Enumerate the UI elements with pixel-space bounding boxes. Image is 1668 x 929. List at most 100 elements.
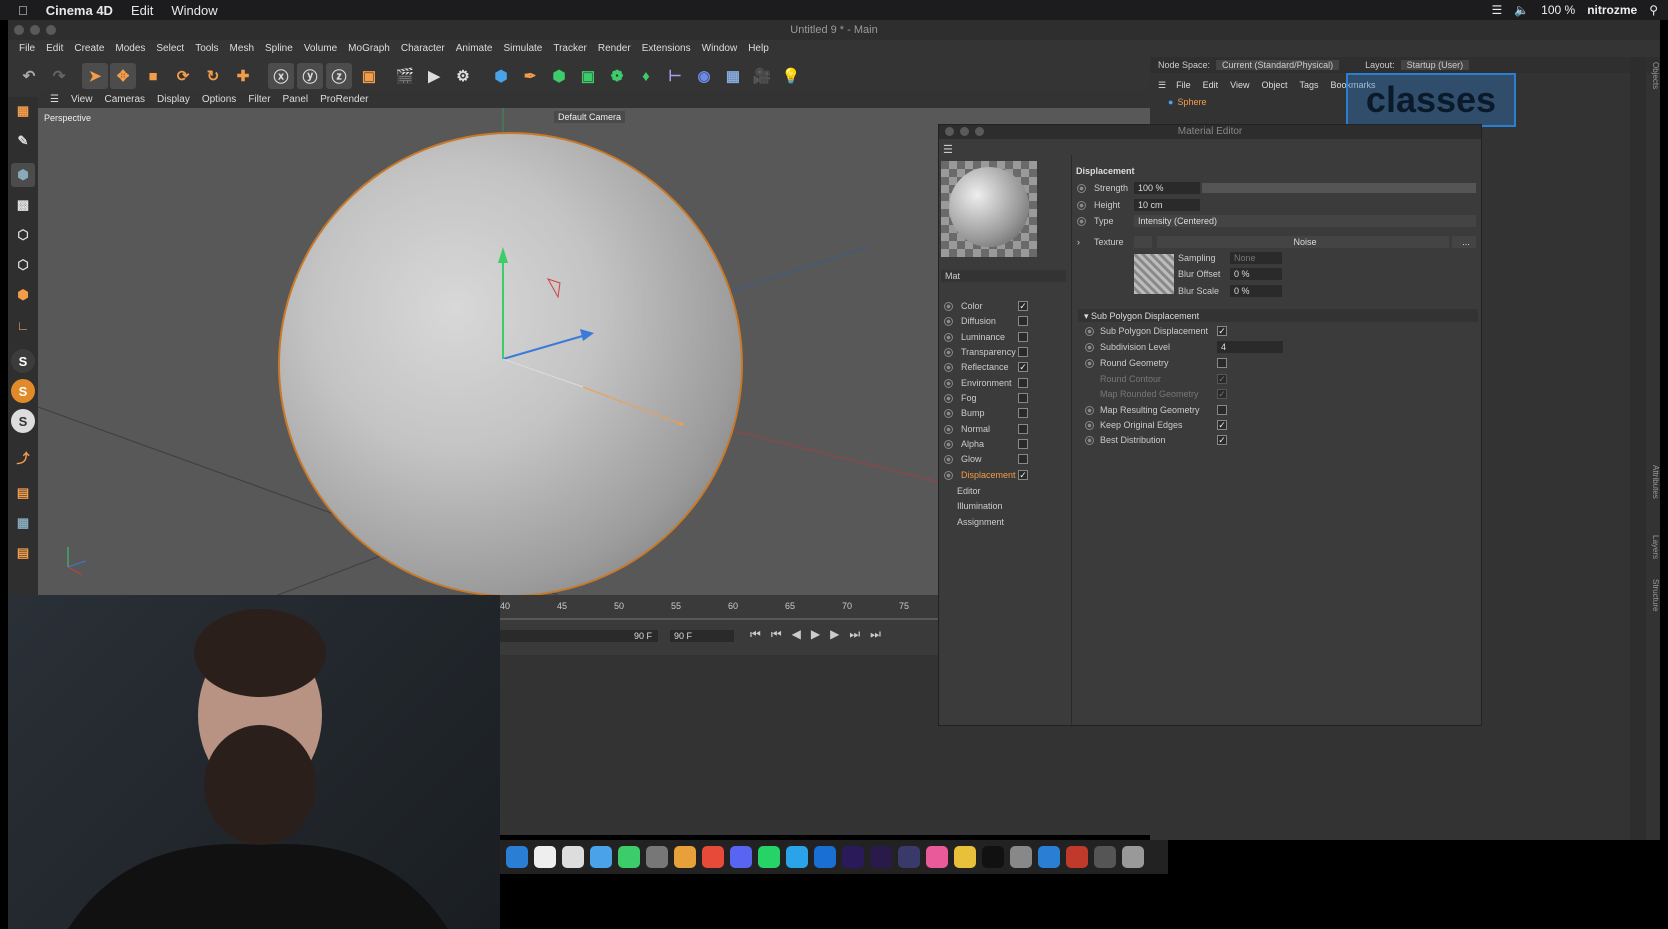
type-dropdown[interactable]: Intensity (Centered) bbox=[1134, 215, 1476, 227]
transform-tool-icon[interactable]: ✚ bbox=[230, 63, 256, 89]
material-name-field[interactable]: Mat bbox=[941, 270, 1066, 282]
mac-window-menu[interactable]: Window bbox=[171, 3, 217, 18]
volume-icon[interactable]: 🔈 bbox=[1514, 3, 1529, 17]
vp-menu-display[interactable]: Display bbox=[157, 94, 190, 105]
max-frame-field[interactable]: 90 F bbox=[670, 630, 734, 642]
tab-structure[interactable]: Structure bbox=[1645, 579, 1660, 629]
keep-original-edges-checkbox[interactable]: ✓ bbox=[1217, 420, 1227, 430]
object-row-sphere[interactable]: ● Sphere bbox=[1168, 97, 1206, 107]
menu-window[interactable]: Window bbox=[702, 43, 738, 54]
channel-luminance[interactable]: Luminance bbox=[944, 330, 1005, 344]
channel-fog[interactable]: Fog bbox=[944, 391, 977, 405]
material-preview[interactable] bbox=[941, 161, 1037, 257]
pen-icon[interactable]: ✒ bbox=[517, 63, 543, 89]
snap-enabled-icon[interactable]: S bbox=[11, 379, 35, 403]
channel-reflectance-checkbox[interactable]: ✓ bbox=[1018, 362, 1028, 372]
texture-icon[interactable]: ▩ bbox=[11, 193, 35, 217]
channel-reflectance[interactable]: Reflectance bbox=[944, 360, 1009, 374]
menu-modes[interactable]: Modes bbox=[115, 43, 145, 54]
mail-icon[interactable] bbox=[590, 846, 612, 868]
channel-assignment[interactable]: Assignment bbox=[957, 517, 1004, 527]
safari-icon[interactable] bbox=[506, 846, 528, 868]
channel-glow-checkbox[interactable] bbox=[1018, 454, 1028, 464]
mated-min-button[interactable] bbox=[960, 127, 969, 136]
sub-polygon-section-title[interactable]: ▾ Sub Polygon Displacement bbox=[1084, 311, 1199, 322]
round-geometry-anim-icon[interactable] bbox=[1085, 359, 1094, 368]
obj-menu-tags[interactable]: Tags bbox=[1299, 80, 1318, 90]
telegram-icon[interactable] bbox=[786, 846, 808, 868]
psr-tool-icon[interactable]: ↻ bbox=[200, 63, 226, 89]
strength-anim-icon[interactable] bbox=[1077, 184, 1086, 193]
objects-hamburger-icon[interactable]: ☰ bbox=[1158, 80, 1166, 91]
mated-zoom-button[interactable] bbox=[975, 127, 984, 136]
make-editable-icon[interactable]: ▦ bbox=[11, 99, 35, 123]
model-mode-icon[interactable]: ⬢ bbox=[11, 163, 35, 187]
layout-dropdown[interactable]: Startup (User) bbox=[1400, 60, 1470, 70]
menu-file[interactable]: File bbox=[19, 43, 35, 54]
coordinate-system-icon[interactable]: ▣ bbox=[356, 63, 382, 89]
texture-mode-icon[interactable]: ✎ bbox=[11, 129, 35, 153]
type-anim-icon[interactable] bbox=[1077, 217, 1086, 226]
scale-tool-icon[interactable]: ■ bbox=[140, 63, 166, 89]
live-icon[interactable] bbox=[1066, 846, 1088, 868]
texture-shader-button[interactable]: Noise bbox=[1157, 236, 1449, 248]
whatsapp-icon[interactable] bbox=[758, 846, 780, 868]
vp-menu-filter[interactable]: Filter bbox=[248, 94, 270, 105]
channel-alpha-checkbox[interactable] bbox=[1018, 439, 1028, 449]
channel-fog-checkbox[interactable] bbox=[1018, 393, 1028, 403]
vp-menu-view[interactable]: View bbox=[71, 94, 93, 105]
camera-icon[interactable]: 🎥 bbox=[749, 63, 775, 89]
map-resulting-geometry-checkbox[interactable] bbox=[1217, 405, 1227, 415]
fracture-icon[interactable]: ♦ bbox=[633, 63, 659, 89]
redo-icon[interactable]: ↷ bbox=[46, 63, 72, 89]
obj-menu-object[interactable]: Object bbox=[1261, 80, 1287, 90]
field-icon[interactable]: ◉ bbox=[691, 63, 717, 89]
after-effects-icon[interactable] bbox=[842, 846, 864, 868]
activity-icon[interactable] bbox=[1094, 846, 1116, 868]
system-prefs-icon[interactable] bbox=[646, 846, 668, 868]
edges-mode-icon[interactable]: ⬡ bbox=[11, 253, 35, 277]
zoom-button[interactable] bbox=[46, 25, 56, 35]
tab-layers[interactable]: Layers bbox=[1645, 535, 1660, 575]
channel-glow[interactable]: Glow bbox=[944, 452, 982, 466]
subdivision-anim-icon[interactable] bbox=[1085, 343, 1094, 352]
tab-objects[interactable]: Objects bbox=[1645, 62, 1660, 182]
apple-icon[interactable]:  bbox=[18, 3, 28, 18]
render-view-icon[interactable]: 🎬 bbox=[392, 63, 418, 89]
channel-editor[interactable]: Editor bbox=[957, 486, 981, 496]
round-geometry-checkbox[interactable] bbox=[1217, 358, 1227, 368]
z-axis-lock-icon[interactable]: ⓩ bbox=[326, 63, 352, 89]
channel-illumination[interactable]: Illumination bbox=[957, 501, 1003, 511]
tab-attributes[interactable]: Attributes bbox=[1645, 465, 1660, 525]
texture-more-button[interactable]: ... bbox=[1452, 236, 1476, 248]
calendar-icon[interactable] bbox=[534, 846, 556, 868]
rotate-tool-icon[interactable]: ⟳ bbox=[170, 63, 196, 89]
light-icon[interactable]: 💡 bbox=[778, 63, 804, 89]
battery-label[interactable]: 100 % bbox=[1541, 3, 1575, 17]
play-icon[interactable]: ▶ bbox=[811, 627, 820, 642]
prev-key-icon[interactable]: ⏮ bbox=[771, 627, 782, 642]
obj-menu-edit[interactable]: Edit bbox=[1203, 80, 1219, 90]
vp-menu-options[interactable]: Options bbox=[202, 94, 236, 105]
menu-character[interactable]: Character bbox=[401, 43, 445, 54]
height-anim-icon[interactable] bbox=[1077, 201, 1086, 210]
texture-dropdown-arrow[interactable] bbox=[1134, 236, 1152, 248]
move-tool-icon[interactable]: ✥ bbox=[110, 63, 136, 89]
channel-environment[interactable]: Environment bbox=[944, 376, 1012, 390]
x-axis-lock-icon[interactable]: ⓧ bbox=[268, 63, 294, 89]
select-tool-icon[interactable]: ➤ bbox=[82, 63, 108, 89]
vp-menu-prorender[interactable]: ProRender bbox=[320, 94, 368, 105]
chrome-icon[interactable] bbox=[702, 846, 724, 868]
menu-select[interactable]: Select bbox=[156, 43, 184, 54]
app-menu[interactable]: Cinema 4D bbox=[46, 3, 113, 18]
height-field[interactable]: 10 cm bbox=[1134, 199, 1200, 211]
best-distribution-checkbox[interactable]: ✓ bbox=[1217, 435, 1227, 445]
cube-icon[interactable]: ⬢ bbox=[488, 63, 514, 89]
channel-diffusion[interactable]: Diffusion bbox=[944, 314, 996, 328]
channel-color[interactable]: Color bbox=[944, 299, 983, 313]
trash-icon[interactable] bbox=[1122, 846, 1144, 868]
keyboard-icon[interactable] bbox=[1010, 846, 1032, 868]
blur-scale-field[interactable]: 0 % bbox=[1230, 285, 1282, 297]
menu-tools[interactable]: Tools bbox=[195, 43, 218, 54]
trello-icon[interactable] bbox=[814, 846, 836, 868]
